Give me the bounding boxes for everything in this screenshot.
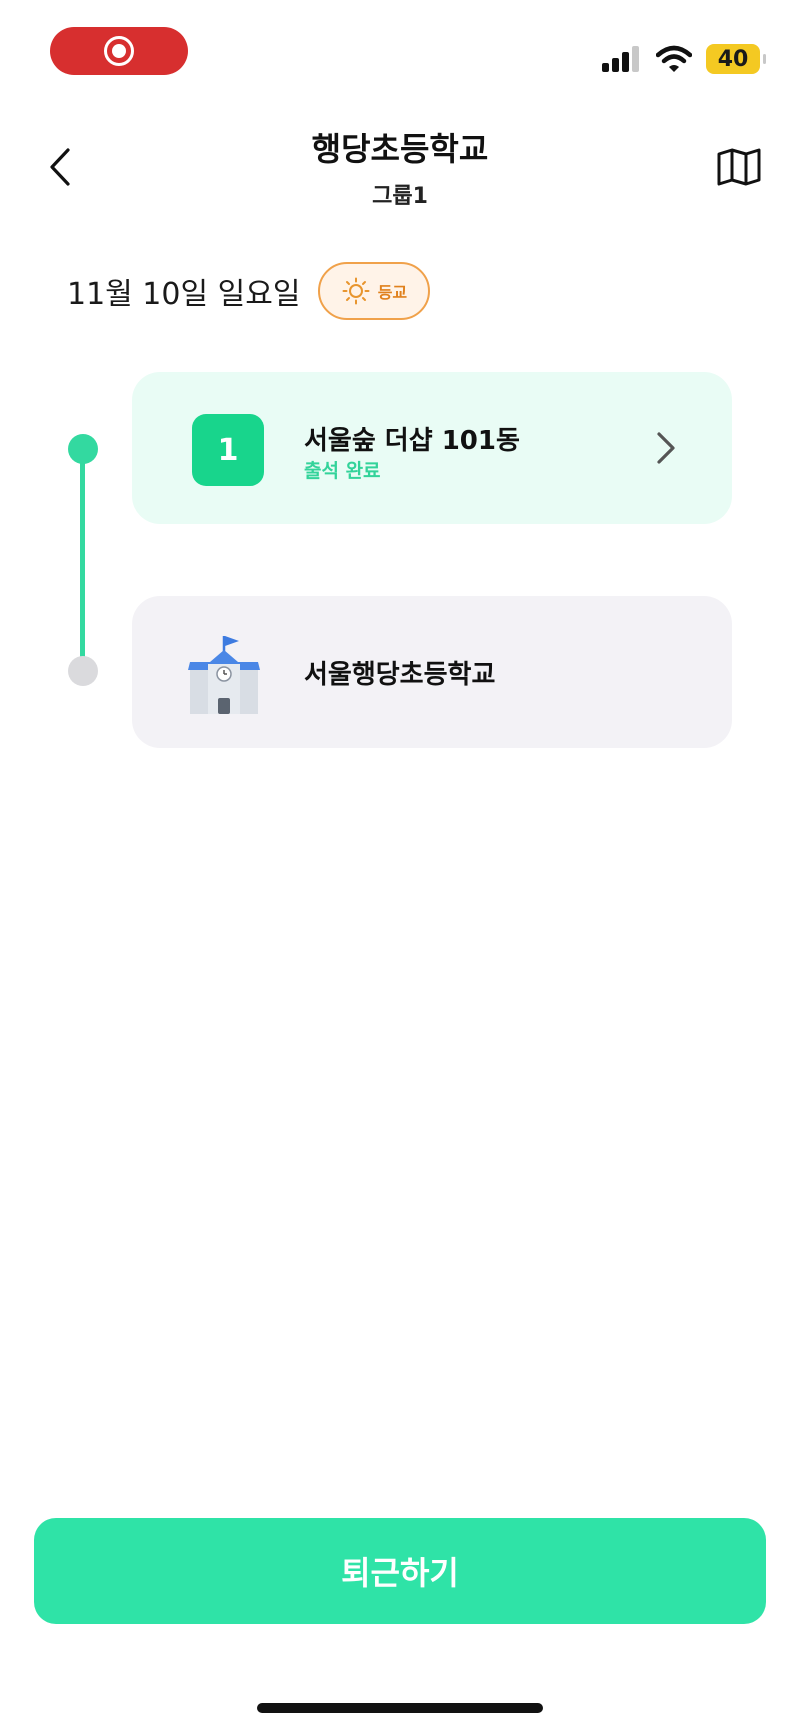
timeline-connector <box>80 452 85 674</box>
group-subtitle: 그룹1 <box>372 184 428 209</box>
stop-number-badge: 1 <box>192 414 264 486</box>
trip-type-label: 등교 <box>377 283 408 302</box>
battery-icon: 40 <box>706 44 766 74</box>
wifi-icon <box>656 45 692 72</box>
timeline-dot-completed <box>68 434 98 464</box>
destination-card[interactable]: 서울행당초등학교 <box>132 596 732 748</box>
stop-name: 서울숲 더샵 101동 <box>304 426 520 456</box>
map-button[interactable] <box>716 146 762 188</box>
stop-status: 출석 완료 <box>304 460 381 482</box>
clock-out-button[interactable]: 퇴근하기 <box>34 1518 766 1624</box>
school-icon <box>188 636 260 714</box>
home-indicator[interactable] <box>257 1703 543 1713</box>
stop-card[interactable]: 1 서울숲 더샵 101동 출석 완료 <box>132 372 732 524</box>
screen-recording-indicator[interactable] <box>50 27 188 75</box>
chevron-right-icon <box>657 432 675 464</box>
destination-name: 서울행당초등학교 <box>304 660 496 690</box>
page-title: 행당초등학교 <box>311 130 489 168</box>
timeline-dot-pending <box>68 656 98 686</box>
screen-record-icon <box>104 36 134 66</box>
sun-icon <box>342 277 370 305</box>
trip-type-chip[interactable]: 등교 <box>318 262 431 320</box>
battery-level: 40 <box>717 46 749 72</box>
date-row: 11월 10일 일요일 등교 <box>67 262 431 320</box>
map-icon <box>717 148 761 186</box>
status-bar-right: 40 <box>602 44 766 74</box>
signal-icon <box>602 46 639 72</box>
date-label: 11월 10일 일요일 <box>67 277 301 312</box>
